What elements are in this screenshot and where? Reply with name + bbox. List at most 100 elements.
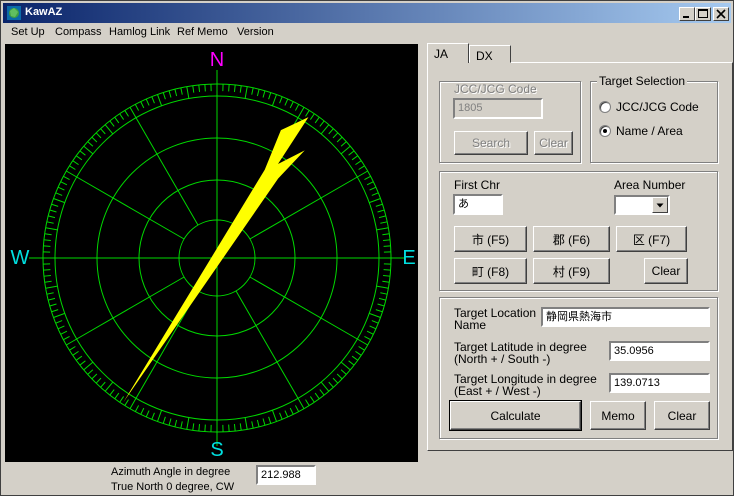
compass-tick bbox=[186, 417, 190, 430]
compass-tick bbox=[340, 361, 351, 371]
compass-tick bbox=[268, 92, 272, 100]
compass-tick bbox=[251, 87, 254, 95]
county-button[interactable]: 郡 (F6) bbox=[533, 226, 610, 252]
compass-tick bbox=[66, 170, 77, 178]
compass-tick bbox=[319, 389, 325, 396]
compass-tick bbox=[95, 132, 102, 139]
compass-tick bbox=[168, 90, 172, 98]
compass-tick bbox=[79, 150, 86, 156]
compass-tick bbox=[366, 330, 374, 335]
compass-tick bbox=[309, 396, 315, 403]
ward-button[interactable]: 区 (F7) bbox=[616, 226, 687, 252]
compass-tick bbox=[271, 94, 277, 106]
target-longitude-field[interactable]: 139.0713 bbox=[609, 373, 710, 393]
azimuth-value-field[interactable]: 212.988 bbox=[256, 465, 316, 485]
compass-tick bbox=[198, 84, 201, 92]
compass-tick bbox=[328, 128, 334, 135]
compass-tick bbox=[83, 145, 94, 155]
compass-tick bbox=[294, 104, 300, 111]
jcc-code-field[interactable]: 1805 bbox=[453, 98, 543, 119]
compass-tick bbox=[332, 377, 339, 384]
compass-tick bbox=[57, 325, 65, 330]
compass-tick bbox=[355, 350, 362, 356]
radio-name-area-label[interactable]: Name / Area bbox=[616, 125, 683, 137]
compass-tick bbox=[43, 239, 51, 242]
compass-tick bbox=[46, 292, 54, 295]
compass-tick bbox=[48, 297, 56, 301]
compass-tick bbox=[44, 233, 52, 236]
compass-tick bbox=[305, 399, 310, 406]
village-button[interactable]: 村 (F9) bbox=[533, 258, 610, 284]
compass-tick bbox=[262, 90, 266, 98]
compass-tick bbox=[328, 381, 334, 388]
minimize-button[interactable] bbox=[679, 7, 695, 21]
maximize-icon bbox=[698, 9, 708, 18]
target-latitude-field[interactable]: 35.0956 bbox=[609, 341, 710, 361]
compass-tick bbox=[51, 203, 59, 207]
compass-tick bbox=[180, 87, 183, 95]
area-number-select[interactable] bbox=[614, 195, 670, 215]
compass-tick bbox=[49, 209, 57, 213]
azimuth-label: Azimuth Angle in degree True North 0 deg… bbox=[111, 465, 234, 495]
compass-tick bbox=[174, 419, 178, 427]
first-chr-field[interactable]: あ bbox=[453, 194, 503, 215]
compass-tick bbox=[309, 113, 315, 120]
first-chr-label: First Chr bbox=[454, 178, 500, 192]
close-button[interactable] bbox=[713, 7, 729, 21]
compass-tick bbox=[157, 410, 163, 422]
target-clear-button[interactable]: Clear bbox=[654, 401, 710, 430]
menu-compass[interactable]: Compass bbox=[55, 26, 101, 38]
compass-tick bbox=[63, 175, 70, 181]
compass-tick bbox=[371, 192, 379, 196]
search-button[interactable]: Search bbox=[454, 131, 528, 155]
calculate-button[interactable]: Calculate bbox=[449, 400, 582, 431]
north-label: N bbox=[210, 49, 224, 71]
compass-tick bbox=[297, 398, 305, 409]
compass-tick bbox=[305, 110, 310, 117]
radio-jcc-code-label[interactable]: JCC/JCG Code bbox=[616, 101, 699, 113]
radio-jcc-code[interactable] bbox=[599, 101, 611, 113]
memo-button[interactable]: Memo bbox=[590, 401, 646, 430]
radio-name-area[interactable] bbox=[599, 125, 611, 137]
compass-tick bbox=[357, 170, 368, 178]
compass-spoke bbox=[135, 117, 199, 226]
compass-tick bbox=[251, 421, 254, 429]
menu-version[interactable]: Version bbox=[237, 26, 274, 38]
town-button[interactable]: 町 (F8) bbox=[454, 258, 527, 284]
city-button[interactable]: 市 (F5) bbox=[454, 226, 527, 252]
compass-tick bbox=[140, 101, 145, 109]
tab-ja[interactable]: JA bbox=[427, 43, 469, 63]
compass-tick bbox=[358, 346, 365, 351]
south-label: S bbox=[210, 439, 223, 461]
menu-bar: Set Up Compass Hamlog Link Ref Memo Vers… bbox=[3, 23, 731, 42]
title-bar[interactable]: KawAZ bbox=[3, 3, 731, 23]
maximize-button[interactable] bbox=[695, 7, 711, 21]
menu-ref-memo[interactable]: Ref Memo bbox=[177, 26, 228, 38]
menu-set-up[interactable]: Set Up bbox=[11, 26, 45, 38]
compass-tick bbox=[87, 369, 94, 375]
compass-tick bbox=[319, 120, 325, 127]
compass-tick bbox=[294, 405, 300, 412]
compass-tick bbox=[192, 423, 195, 431]
window-title: KawAZ bbox=[25, 6, 63, 18]
chevron-down-icon bbox=[656, 203, 664, 208]
compass-tick bbox=[100, 381, 106, 388]
area-number-dropdown-button[interactable] bbox=[652, 197, 668, 213]
compass-tick bbox=[79, 360, 86, 366]
target-selection-legend: Target Selection bbox=[597, 74, 688, 88]
compass-tick bbox=[43, 274, 51, 277]
chars-clear-button[interactable]: Clear bbox=[644, 258, 688, 284]
compass-rose: N E S W bbox=[11, 49, 416, 461]
tab-dx[interactable]: DX bbox=[469, 45, 511, 63]
jcc-clear-button[interactable]: Clear bbox=[534, 131, 573, 155]
compass-tick bbox=[376, 285, 389, 289]
target-location-field[interactable]: 静岡県熱海市 bbox=[541, 307, 710, 327]
compass-tick bbox=[104, 381, 114, 392]
menu-hamlog-link[interactable]: Hamlog Link bbox=[109, 26, 170, 38]
compass-tick bbox=[124, 399, 129, 406]
compass-tick bbox=[256, 419, 260, 427]
compass-tick bbox=[75, 155, 83, 161]
compass-tick bbox=[119, 113, 125, 120]
compass-tick bbox=[151, 412, 155, 420]
compass-tick bbox=[55, 320, 63, 324]
